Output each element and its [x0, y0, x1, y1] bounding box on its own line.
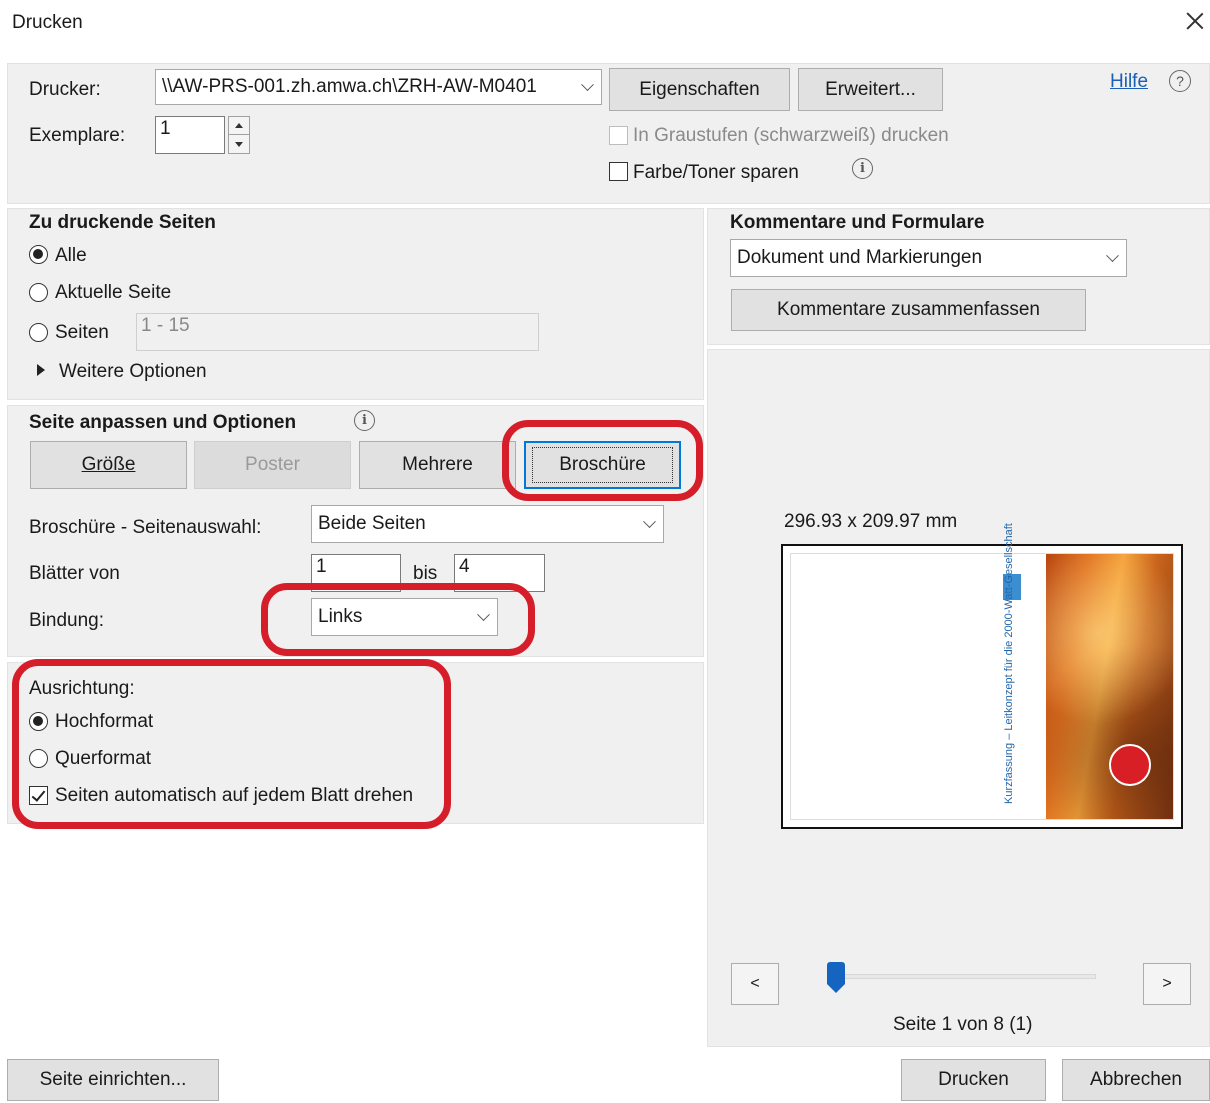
info-icon[interactable]: i [852, 158, 873, 179]
comments-select[interactable]: Dokument und Markierungen [730, 239, 1127, 277]
print-button[interactable]: Drucken [901, 1059, 1046, 1101]
prev-page-button[interactable]: < [731, 963, 779, 1005]
landscape-radio[interactable] [29, 749, 48, 768]
title-bar: Drucken [0, 0, 1210, 45]
chevron-down-icon [1098, 240, 1126, 276]
printer-select[interactable]: \\AW-PRS-001.zh.amwa.ch\ZRH-AW-M0401 [155, 69, 602, 105]
advanced-button[interactable]: Erweitert... [798, 68, 943, 111]
expand-arrow-icon[interactable] [37, 364, 45, 376]
sheets-from-input[interactable]: 1 [311, 554, 401, 592]
page-slider-thumb[interactable] [827, 962, 845, 994]
summarize-comments-button[interactable]: Kommentare zusammenfassen [731, 289, 1086, 331]
pages-range-input[interactable]: 1 - 15 [136, 313, 539, 351]
booklet-button[interactable]: Broschüre [524, 441, 681, 489]
window-title: Drucken [12, 12, 83, 33]
pages-range-radio[interactable] [29, 323, 48, 342]
comments-heading: Kommentare und Formulare [730, 212, 985, 233]
watt-badge-icon [1109, 744, 1151, 786]
pages-all-radio[interactable] [29, 245, 48, 264]
cover-title: Kurzfassung – Leitkonzept für die 2000-W… [1003, 523, 1015, 804]
pages-heading: Zu druckende Seiten [29, 212, 216, 233]
copies-stepper[interactable] [228, 116, 250, 154]
poster-button[interactable]: Poster [194, 441, 351, 489]
page-status: Seite 1 von 8 (1) [893, 1014, 1033, 1035]
grayscale-label: In Graustufen (schwarzweiß) drucken [633, 125, 949, 146]
close-icon[interactable] [1182, 8, 1208, 34]
page-preview: Kurzfassung – Leitkonzept für die 2000-W… [781, 523, 1183, 829]
chevron-down-icon [469, 599, 497, 635]
sheets-from-label: Blätter von [29, 563, 120, 584]
next-page-button[interactable]: > [1143, 963, 1191, 1005]
portrait-label: Hochformat [55, 711, 154, 732]
size-button[interactable]: Größe [30, 441, 187, 489]
booklet-subset-label: Broschüre - Seitenauswahl: [29, 517, 262, 538]
more-options-toggle[interactable]: Weitere Optionen [59, 361, 207, 383]
printer-label: Drucker: [29, 79, 101, 100]
preview-page: Kurzfassung – Leitkonzept für die 2000-W… [791, 523, 1173, 819]
sheets-to-label: bis [413, 563, 438, 584]
copies-label: Exemplare: [29, 125, 126, 146]
chevron-down-icon [573, 70, 601, 104]
sizing-heading: Seite anpassen und Optionen [29, 412, 297, 433]
info-icon[interactable]: i [354, 410, 375, 431]
cancel-button[interactable]: Abbrechen [1062, 1059, 1210, 1101]
cover-photo [1046, 554, 1173, 819]
grayscale-checkbox[interactable] [609, 126, 628, 145]
portrait-radio[interactable] [29, 712, 48, 731]
binding-select[interactable]: Links [311, 598, 498, 636]
auto-rotate-label: Seiten automatisch auf jedem Blatt drehe… [55, 785, 414, 806]
save-toner-checkbox[interactable] [609, 162, 628, 181]
help-icon[interactable]: ? [1169, 70, 1191, 92]
binding-label: Bindung: [29, 610, 105, 631]
properties-button[interactable]: Eigenschaften [609, 68, 790, 111]
printer-value: \\AW-PRS-001.zh.amwa.ch\ZRH-AW-M0401 [162, 76, 537, 97]
page-setup-button[interactable]: Seite einrichten... [7, 1059, 219, 1101]
landscape-label: Querformat [55, 748, 152, 769]
page-slider-track[interactable] [836, 974, 1096, 979]
multiple-button[interactable]: Mehrere [359, 441, 516, 489]
save-toner-label: Farbe/Toner sparen [633, 162, 799, 183]
preview-size: 296.93 x 209.97 mm [784, 511, 958, 532]
sheets-to-input[interactable]: 4 [454, 554, 545, 592]
pages-current-label: Aktuelle Seite [55, 282, 172, 303]
pages-range-label: Seiten [55, 322, 109, 343]
pages-current-radio[interactable] [29, 283, 48, 302]
booklet-subset-select[interactable]: Beide Seiten [311, 505, 664, 543]
chevron-down-icon [635, 506, 663, 542]
help-link[interactable]: Hilfe [1110, 71, 1148, 93]
orientation-heading: Ausrichtung: [29, 678, 135, 699]
pages-all-label: Alle [55, 245, 87, 266]
copies-input[interactable]: 1 [155, 116, 225, 154]
stepper-up-icon[interactable] [229, 117, 249, 135]
auto-rotate-checkbox[interactable] [29, 786, 48, 805]
stepper-down-icon[interactable] [229, 135, 249, 153]
